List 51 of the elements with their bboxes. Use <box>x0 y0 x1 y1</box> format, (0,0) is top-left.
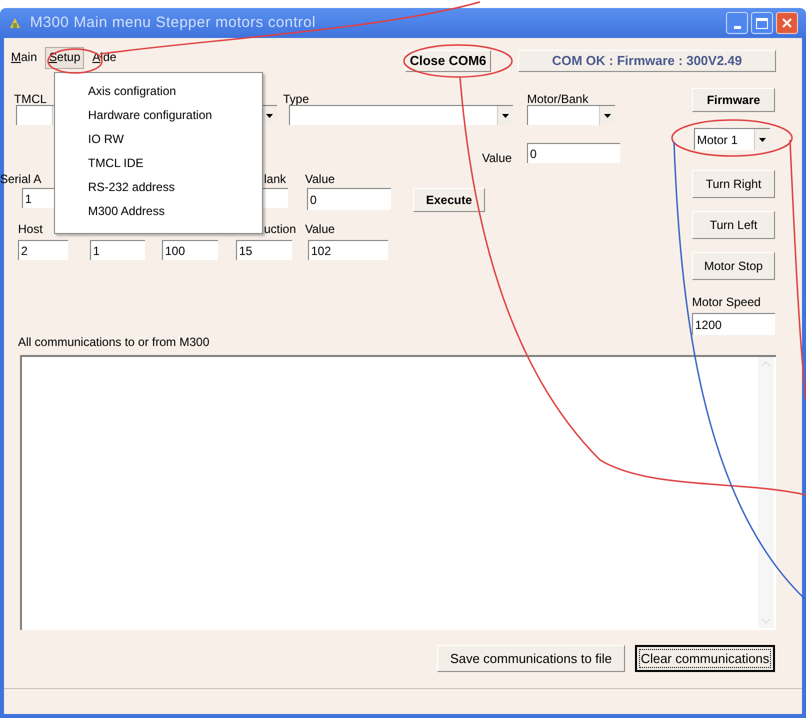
caret-icon <box>604 114 611 118</box>
scroll-bar[interactable] <box>758 357 774 628</box>
dropdown[interactable] <box>289 105 513 125</box>
button[interactable]: Motor Stop <box>692 252 775 280</box>
input-field[interactable]: 1200 <box>692 313 775 335</box>
minimize-button[interactable] <box>726 12 748 34</box>
field-label: Value <box>482 150 512 167</box>
menu-entry[interactable]: Axis configration <box>55 81 262 105</box>
button[interactable]: Save communications to file <box>437 645 625 672</box>
close-button[interactable] <box>776 12 798 34</box>
input-field[interactable]: 1 <box>90 240 145 260</box>
menu-item[interactable]: Main <box>8 48 40 68</box>
field-label: Type <box>283 91 310 108</box>
button[interactable]: Turn Left <box>692 211 775 239</box>
field-label: Value <box>305 171 335 188</box>
input-field[interactable]: 102 <box>308 240 388 260</box>
button[interactable]: Execute <box>413 188 485 212</box>
input-field[interactable]: 15 <box>236 240 292 260</box>
menu-entry[interactable]: IO RW <box>55 129 262 153</box>
window-title: M300 Main menu Stepper motors control <box>30 12 316 33</box>
menu-entry[interactable]: RS-232 address <box>55 177 262 201</box>
input-field[interactable]: 0 <box>527 143 620 163</box>
field-label: Host <box>18 221 43 238</box>
maximize-button[interactable] <box>751 12 773 34</box>
field-label: Value <box>305 221 335 238</box>
dropdown[interactable]: Motor 1 <box>694 128 770 150</box>
caret-icon <box>502 114 509 118</box>
caret-icon <box>266 114 273 118</box>
field-label: uction <box>264 221 296 238</box>
close-port-button[interactable]: Close COM6 <box>405 50 491 72</box>
button[interactable]: Firmware <box>692 88 775 112</box>
button[interactable]: Clear communications <box>635 645 775 672</box>
caret-icon <box>759 138 766 142</box>
status-button[interactable]: COM OK : Firmware : 300V2.49 <box>518 50 776 72</box>
menu-entry[interactable]: M300 Address <box>55 201 262 225</box>
close-icon <box>781 17 793 29</box>
button[interactable]: Turn Right <box>692 170 775 198</box>
app-icon <box>8 16 22 30</box>
dropdown[interactable] <box>527 105 615 125</box>
field-label: All communications to or from M300 <box>18 334 210 351</box>
input-field[interactable]: 100 <box>162 240 218 260</box>
field-label: TMCL <box>14 91 47 108</box>
input-field[interactable]: 2 <box>18 240 68 260</box>
highlight-ellipse <box>47 48 103 74</box>
input-field[interactable]: 0 <box>307 188 391 210</box>
field-label: lank <box>264 171 286 188</box>
input-field[interactable]: 1 <box>22 188 54 208</box>
menu-entry[interactable]: TMCL IDE <box>55 153 262 177</box>
field-label: Motor/Bank <box>527 91 588 108</box>
field-label: Motor Speed <box>692 294 761 311</box>
menu-entry[interactable]: Hardware configuration <box>55 105 262 129</box>
